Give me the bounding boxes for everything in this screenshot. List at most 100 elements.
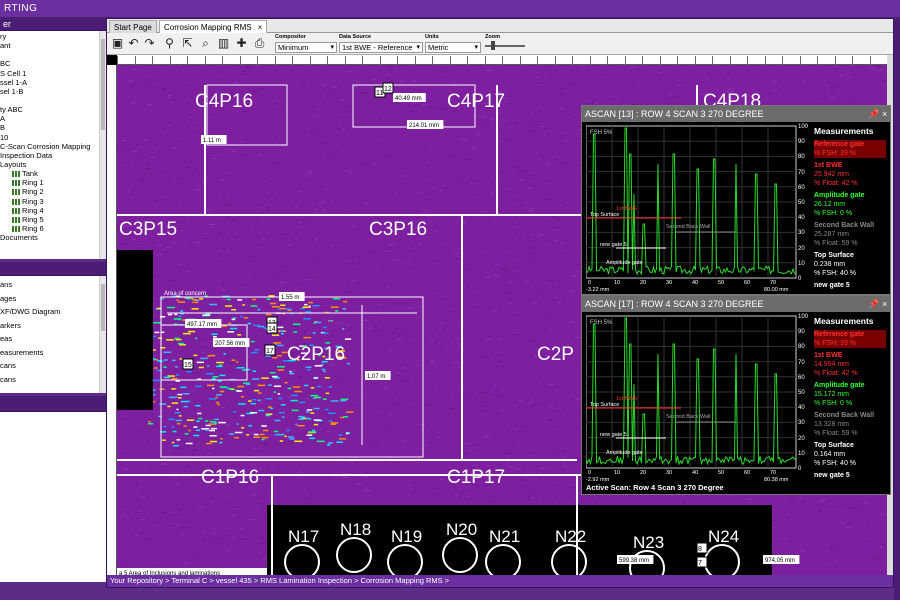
ruler-tick <box>712 56 714 65</box>
scan-noise <box>176 516 179 518</box>
measurement-gate[interactable]: Reference gate % FSH: 39 % <box>814 330 886 348</box>
scan-noise <box>568 321 575 323</box>
datasource-select[interactable]: 1st BWE - Reference oz <box>339 42 423 61</box>
measurement-gate[interactable]: Second Back Wall 13.328 mm % Float: 59 % <box>814 411 886 438</box>
measurement-gate[interactable]: Amplitude gate 26.12 mm % FSH: 0 % <box>814 191 886 218</box>
tree-item[interactable]: BC <box>0 59 106 68</box>
list-item[interactable]: ages <box>0 292 106 306</box>
tree-item[interactable]: Inspection Data <box>0 151 106 160</box>
scan-noise <box>167 145 173 147</box>
anomaly-pixel <box>257 384 266 387</box>
print-icon[interactable]: ⎙ <box>253 37 266 50</box>
save-icon[interactable]: ▣ <box>111 37 124 50</box>
list-item[interactable]: arkers <box>0 319 106 333</box>
units-select[interactable]: Metric <box>425 42 481 53</box>
list-item[interactable]: cans <box>0 359 106 373</box>
ascan-window-13[interactable]: ASCAN [13] : ROW 4 SCAN 3 270 DEGREE 📌 × FS… <box>581 105 891 295</box>
list-item[interactable]: eas <box>0 332 106 346</box>
scan-noise <box>468 496 471 498</box>
units-field: Units Metric <box>425 34 481 53</box>
scan-noise <box>177 178 180 180</box>
scan-noise <box>174 370 179 372</box>
tree-item[interactable]: S Cell 1 <box>0 69 106 78</box>
tree-item[interactable]: Ring 3 <box>0 197 106 206</box>
list-item[interactable]: XF/DWG Diagram <box>0 305 106 319</box>
zoom-icon[interactable]: ⌕ <box>199 37 212 50</box>
list-item[interactable]: ans <box>0 278 106 292</box>
ruler-icon[interactable]: ▥ <box>217 37 230 50</box>
tree-item[interactable]: Ring 1 <box>0 178 106 187</box>
scan-noise <box>186 465 191 467</box>
list-scrollbar[interactable] <box>99 276 106 393</box>
measurement-gate[interactable]: new gate 5 <box>814 471 886 480</box>
breadcrumb[interactable]: Your Repository > Terminal C > vessel 43… <box>107 575 893 587</box>
tree-item[interactable]: sel 1-B <box>0 87 106 96</box>
tree-item[interactable]: 10 <box>0 133 106 142</box>
tree-item[interactable]: Ring 4 <box>0 206 106 215</box>
tree-item[interactable] <box>0 96 106 105</box>
measurement-gate[interactable]: 1st BWE 25.942 mm % Float: 42 % <box>814 161 886 188</box>
scan-noise <box>847 522 853 524</box>
tree-scrollbar[interactable] <box>99 31 106 259</box>
ascan-plot[interactable]: FSH 5%Top Surface1st BWESecond Back Wall… <box>586 314 801 486</box>
pin-icon[interactable]: 📌 <box>868 106 879 122</box>
close-icon[interactable]: × <box>882 296 887 312</box>
scan-noise <box>416 217 421 219</box>
anomaly-pixel <box>167 405 171 408</box>
ascan-title: ASCAN [17] : ROW 4 SCAN 3 270 DEGREE <box>585 299 764 309</box>
anomaly-pixel <box>307 369 311 371</box>
scan-noise <box>554 503 557 505</box>
tree-item[interactable]: C-Scan Corrosion Mapping <box>0 142 106 151</box>
zoom-slider-handle[interactable] <box>491 41 495 50</box>
measurement-gate[interactable]: Top Surface 0.238 mm % FSH: 40 % <box>814 251 886 278</box>
compositor-select[interactable]: Minimum <box>275 42 337 53</box>
marker-icon[interactable]: ⚲ <box>163 37 176 50</box>
tree-item[interactable]: Documents <box>0 233 106 242</box>
measurement-gate[interactable]: Top Surface 0.164 mm % FSH: 40 % <box>814 441 886 468</box>
scan-noise <box>276 162 280 164</box>
close-icon[interactable]: × <box>258 23 263 32</box>
tree-item[interactable]: Ring 2 <box>0 187 106 196</box>
tree-item[interactable]: ssel 1-A <box>0 78 106 87</box>
masked-zone <box>117 250 153 410</box>
measurement-gate[interactable]: Second Back Wall 25.287 mm % Float: 59 % <box>814 221 886 248</box>
tree-item[interactable]: Ring 6 <box>0 224 106 233</box>
tree-item[interactable]: B <box>0 123 106 132</box>
measurement-gate[interactable]: 1st BWE 14.994 mm % Float: 42 % <box>814 351 886 378</box>
list-item[interactable]: easurements <box>0 346 106 360</box>
tree-item[interactable]: Layouts <box>0 160 106 169</box>
export-icon[interactable]: ⇱ <box>181 37 194 50</box>
cscan-viewport[interactable]: C4P16 C4P17 C4P18 C3P15 C3P16 C2P16 C2P C1P16 C1… <box>107 55 893 577</box>
scan-noise <box>257 88 264 90</box>
tree-item[interactable] <box>0 50 106 59</box>
ascan-titlebar[interactable]: ASCAN [17] : ROW 4 SCAN 3 270 DEGREE 📌 × <box>582 296 890 312</box>
tree-item[interactable]: ty ABC <box>0 105 106 114</box>
tree-item-label: B <box>0 123 6 133</box>
tab-start-page[interactable]: Start Page <box>109 20 157 33</box>
measurement-gate[interactable]: new gate 5 <box>814 281 886 290</box>
crosshair-icon[interactable]: ✚ <box>235 37 248 50</box>
layers-list[interactable]: ans ages XF/DWG Diagram arkers eas easurement… <box>0 276 106 393</box>
pin-icon[interactable]: 📌 <box>868 296 879 312</box>
scan-noise <box>177 436 182 438</box>
close-icon[interactable]: × <box>882 106 887 122</box>
scan-noise <box>393 102 400 104</box>
tree-item[interactable]: ant <box>0 41 106 50</box>
list-item[interactable]: cans <box>0 373 106 387</box>
redo-icon[interactable]: ↷ <box>143 37 156 50</box>
ascan-window-17[interactable]: ASCAN [17] : ROW 4 SCAN 3 270 DEGREE 📌 × FS… <box>581 295 891 495</box>
tree-item[interactable]: Tank <box>0 169 106 178</box>
measurement-gate[interactable]: Reference gate % FSH: 39 % <box>814 140 886 158</box>
tree-item[interactable]: ry <box>0 32 106 41</box>
tree-item[interactable]: A <box>0 114 106 123</box>
tab-corrosion-mapping[interactable]: Corrosion Mapping RMS × <box>159 20 268 33</box>
anomaly-pixel <box>168 396 175 399</box>
scan-noise <box>289 378 293 380</box>
tree-item[interactable]: Ring 5 <box>0 215 106 224</box>
repository-tree[interactable]: ry ant BC S Cell 1 ssel 1-A sel 1-B ty ABC A B 10… <box>0 31 106 259</box>
ascan-plot[interactable]: FSH 5%Top Surface1st BWESecond Back Wall… <box>586 124 801 296</box>
scan-noise <box>517 170 524 172</box>
undo-icon[interactable]: ↶ <box>127 37 140 50</box>
measurement-gate[interactable]: Amplitude gate 15.172 mm % FSH: 0 % <box>814 381 886 408</box>
ascan-titlebar[interactable]: ASCAN [13] : ROW 4 SCAN 3 270 DEGREE 📌 × <box>582 106 890 122</box>
